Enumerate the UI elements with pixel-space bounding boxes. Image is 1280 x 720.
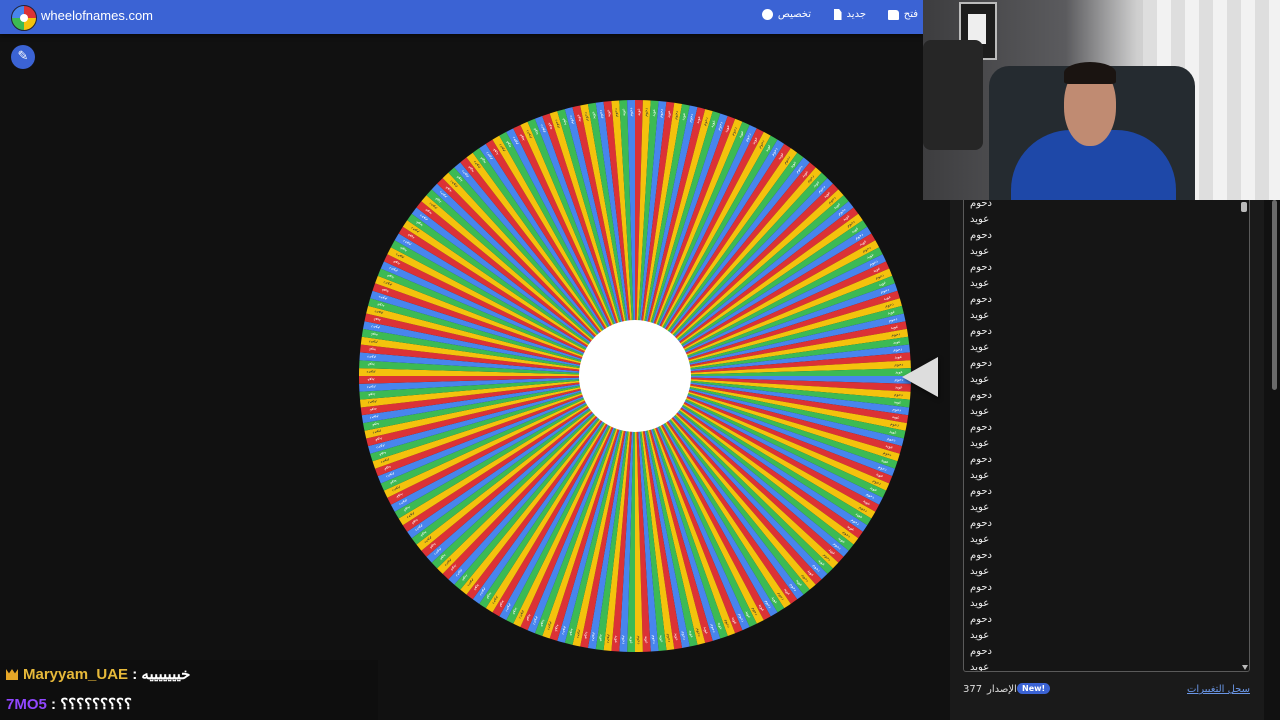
open-label: فتح	[903, 9, 918, 20]
wheel-slice-label: عويد	[599, 634, 605, 642]
entry-item: عويد	[970, 630, 990, 641]
chat-text: : خيييييييه	[128, 666, 191, 683]
chat-username: Maryyam_UAE	[23, 666, 129, 683]
person-hair	[1064, 62, 1116, 84]
wheel-slice-label: عويد	[605, 109, 611, 117]
wheel-slice-label: عويد	[367, 363, 375, 368]
entries-textarea[interactable]: دحوم عويد دحوم عويد دحوم عويد دحوم عويد دحوم عويد…	[963, 200, 1250, 672]
entry-item: دحوم	[970, 262, 992, 273]
version-number: 377	[963, 684, 983, 695]
wheel-slice-label: عويد	[621, 108, 626, 116]
site-title[interactable]: wheelofnames.com	[41, 8, 153, 23]
wheel-slice-label: دحوم	[367, 385, 376, 390]
entry-item: دحوم	[970, 200, 992, 209]
version-label: الإصدار	[987, 684, 1017, 695]
wheel-slice-label: عويد	[894, 399, 902, 405]
wheel-slice-label: دحوم	[893, 346, 902, 352]
wheel-slice-label: دحوم	[658, 108, 664, 117]
entry-item: عويد	[970, 662, 990, 672]
entry-item: دحوم	[970, 614, 992, 625]
entry-item: عويد	[970, 278, 990, 289]
entry-item: عويد	[970, 438, 990, 449]
wheel-slice-label: دحوم	[368, 400, 377, 406]
file-icon	[833, 9, 842, 20]
wheel-slice-label: عويد	[368, 347, 376, 353]
chat-text: : ؟؟؟؟؟؟؟؟؟	[46, 696, 132, 713]
wheel-slice-label: عويد	[368, 393, 376, 399]
palette-icon	[761, 9, 773, 20]
new-label: جديد	[846, 9, 866, 20]
entry-item: دحوم	[970, 294, 992, 305]
open-button[interactable]: فتح	[887, 9, 918, 20]
wheel-slice-label: عويد	[636, 108, 641, 116]
changelog-link[interactable]: سجل التغييرات	[1187, 684, 1250, 695]
entry-item: عويد	[970, 598, 990, 609]
entry-item: عويد	[970, 214, 990, 225]
new-badge: New!	[1017, 683, 1051, 694]
entry-item: عويد	[970, 374, 990, 385]
webcam-overlay	[923, 0, 1280, 200]
chat-message: 7MO5 : ؟؟؟؟؟؟؟؟؟	[6, 695, 132, 713]
entry-item: دحوم	[970, 422, 992, 433]
wheel-slice-label: عويد	[367, 378, 375, 383]
entry-item: دحوم	[970, 454, 992, 465]
entry-item: دحوم	[970, 230, 992, 241]
entry-item: دحوم	[970, 326, 992, 337]
chat-overlay: Maryyam_UAE : خيييييييه 7MO5 : ؟؟؟؟؟؟؟؟؟	[0, 660, 378, 720]
customize-label: تخصيص	[777, 9, 811, 20]
entries-list: دحوم عويد دحوم عويد دحوم عويد دحوم عويد دحوم عويد…	[970, 200, 992, 672]
pencil-icon: ✎	[17, 49, 29, 64]
chat-username: 7MO5	[6, 696, 47, 713]
wheel-slice-label: دحوم	[628, 107, 633, 116]
wheel-slice-label: عويد	[629, 636, 634, 644]
customize-button[interactable]: تخصيص	[761, 9, 811, 20]
wheel-slice-label: دحوم	[613, 108, 619, 117]
wheel-slice-label: عويد	[644, 636, 649, 644]
wheel-slice-label: دحوم	[621, 635, 626, 644]
entry-item: عويد	[970, 502, 990, 513]
entry-item: عويد	[970, 406, 990, 417]
textarea-scroll-down-icon[interactable]	[1242, 665, 1248, 670]
microphone	[923, 40, 983, 150]
entry-item: دحوم	[970, 486, 992, 497]
wheel-svg[interactable]: عويد دحوم عويد دحوم عويد دحوم عويد دحوم عويد دحوم…	[355, 96, 915, 656]
new-button[interactable]: جديد	[833, 9, 866, 20]
entry-item: دحوم	[970, 390, 992, 401]
entry-item: دحوم	[970, 358, 992, 369]
textarea-scroll-thumb[interactable]	[1241, 202, 1247, 212]
page-scrollbar[interactable]	[1272, 200, 1277, 390]
wheel-center[interactable]	[579, 320, 691, 432]
chat-message: Maryyam_UAE : خيييييييه	[6, 665, 190, 683]
version-footer: 377 الإصدار New! سجل التغييرات	[963, 683, 1250, 699]
entry-item: عويد	[970, 566, 990, 577]
entry-item: دحوم	[970, 582, 992, 593]
wheel-slice-label: دحوم	[366, 370, 375, 375]
crown-icon	[6, 669, 18, 680]
wheel-slice-label: دحوم	[652, 635, 658, 644]
wheel-slice-label: عويد	[659, 635, 665, 643]
wheel-slice-label: دحوم	[643, 108, 648, 117]
wheel-logo-icon[interactable]	[11, 5, 37, 31]
folder-icon	[887, 9, 899, 20]
wheel-slice-label: عويد	[665, 110, 671, 118]
edit-button[interactable]: ✎	[11, 45, 35, 69]
entry-item: دحوم	[970, 518, 992, 529]
wheel-pointer-icon	[902, 357, 938, 397]
wheel-slice-label: دحوم	[367, 355, 376, 361]
entry-item: عويد	[970, 342, 990, 353]
wheel-slice-label: دحوم	[637, 636, 642, 645]
app-header: wheelofnames.com فتح جديد تخصيص	[0, 0, 923, 34]
entry-item: عويد	[970, 534, 990, 545]
wheel-slice-label: عويد	[651, 109, 657, 117]
wheel-slice-label: عويد	[893, 339, 901, 345]
wheel[interactable]: عويد دحوم عويد دحوم عويد دحوم عويد دحوم عويد دحوم…	[355, 96, 915, 656]
entry-item: دحوم	[970, 550, 992, 561]
wheel-slice-label: عويد	[369, 407, 377, 413]
entry-item: دحوم	[970, 646, 992, 657]
entry-item: عويد	[970, 470, 990, 481]
entry-item: عويد	[970, 246, 990, 257]
entry-item: عويد	[970, 310, 990, 321]
wheel-slice-label: دحوم	[606, 634, 612, 643]
wheel-slice-label: عويد	[614, 635, 620, 643]
